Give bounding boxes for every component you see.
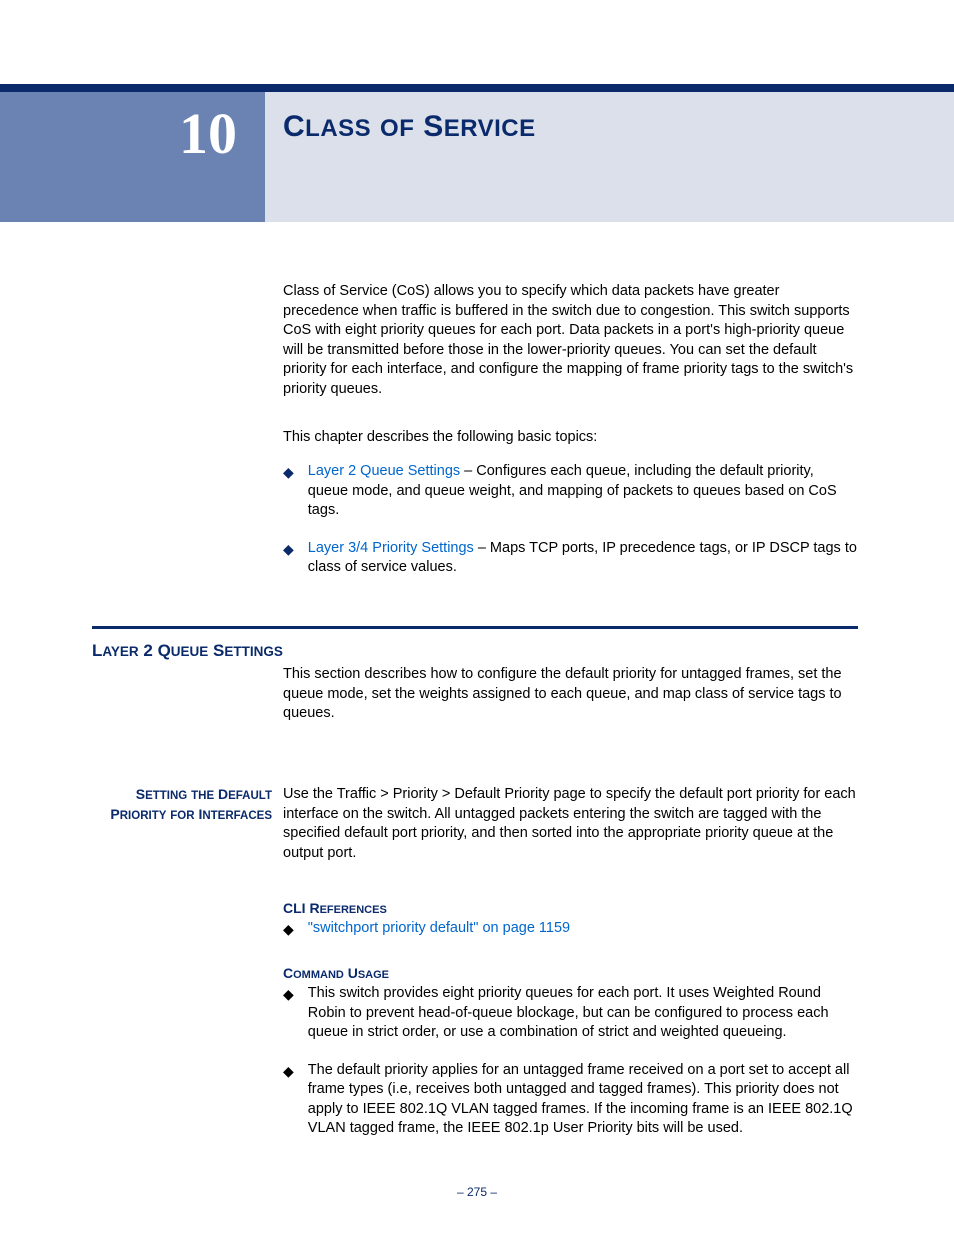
chapter-title: CLASS OF SERVICE: [283, 110, 536, 144]
command-usage-heading: COMMAND USAGE: [283, 965, 389, 981]
command-text: This switch provides eight priority queu…: [308, 984, 858, 1043]
cli-item: ◆ "switchport priority default" on page …: [283, 919, 858, 939]
diamond-bullet-icon: ◆: [283, 985, 294, 1043]
topic-text: Layer 3/4 Priority Settings – Maps TCP p…: [308, 539, 858, 578]
chapter-number-block: 10: [0, 92, 265, 222]
diamond-bullet-icon: ◆: [283, 920, 294, 939]
cli-references-list: ◆ "switchport priority default" on page …: [283, 919, 858, 939]
topics-intro: This chapter describes the following bas…: [283, 428, 858, 448]
section-divider: [92, 626, 858, 629]
subsection-paragraph: Use the Traffic > Priority > Default Pri…: [283, 785, 858, 863]
section-heading-layer2: LAYER 2 QUEUE SETTINGS: [92, 641, 283, 661]
topic-link[interactable]: Layer 2 Queue Settings: [308, 463, 460, 479]
cli-link[interactable]: "switchport priority default" on page 11…: [308, 919, 570, 939]
topics-list: ◆ Layer 2 Queue Settings – Configures ea…: [283, 462, 858, 596]
cli-references-heading: CLI REFERENCES: [283, 900, 387, 916]
command-text: The default priority applies for an unta…: [308, 1061, 858, 1139]
diamond-bullet-icon: ◆: [283, 463, 294, 521]
command-item: ◆ This switch provides eight priority qu…: [283, 984, 858, 1043]
topic-item: ◆ Layer 2 Queue Settings – Configures ea…: [283, 462, 858, 521]
command-item: ◆ The default priority applies for an un…: [283, 1061, 858, 1139]
topic-item: ◆ Layer 3/4 Priority Settings – Maps TCP…: [283, 539, 858, 578]
diamond-bullet-icon: ◆: [283, 1062, 294, 1139]
top-color-bar: [0, 84, 954, 92]
subsection-sidebar-heading: SETTING THE DEFAULT PRIORITY FOR INTERFA…: [92, 785, 272, 824]
diamond-bullet-icon: ◆: [283, 540, 294, 578]
intro-paragraph: Class of Service (CoS) allows you to spe…: [283, 282, 858, 399]
section-paragraph: This section describes how to configure …: [283, 665, 858, 724]
page-number-footer: – 275 –: [0, 1185, 954, 1199]
command-usage-list: ◆ This switch provides eight priority qu…: [283, 984, 858, 1157]
topic-text: Layer 2 Queue Settings – Configures each…: [308, 462, 858, 521]
topic-link[interactable]: Layer 3/4 Priority Settings: [308, 540, 474, 556]
